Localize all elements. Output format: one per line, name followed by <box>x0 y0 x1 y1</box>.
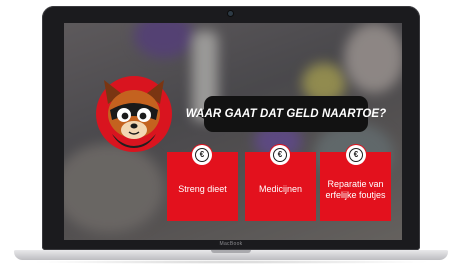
question-speech-bubble: WAAR GAAT DAT GELD NAARTOE? <box>186 96 386 132</box>
laptop-base <box>14 250 448 260</box>
euro-icon: € <box>192 145 212 165</box>
raccoon-mascot-illustration <box>96 76 172 152</box>
laptop-brand-label: MacBook <box>219 241 243 247</box>
speech-bubble-body: WAAR GAAT DAT GELD NAARTOE? <box>186 96 386 132</box>
answer-label: Streng dieet <box>178 184 227 194</box>
euro-icon: € <box>270 145 290 165</box>
question-text: WAAR GAAT DAT GELD NAARTOE? <box>185 108 387 120</box>
background-tray <box>64 143 164 233</box>
answer-label: Medicijnen <box>258 184 303 194</box>
laptop-base-notch <box>211 250 251 253</box>
background-gloved-hand <box>134 23 194 58</box>
laptop-shadow <box>30 260 432 264</box>
euro-icon: € <box>346 145 366 165</box>
webcam <box>228 11 233 16</box>
answer-label: Reparatie van erfelijke foutjes <box>325 178 386 200</box>
background-tubes <box>344 23 402 93</box>
